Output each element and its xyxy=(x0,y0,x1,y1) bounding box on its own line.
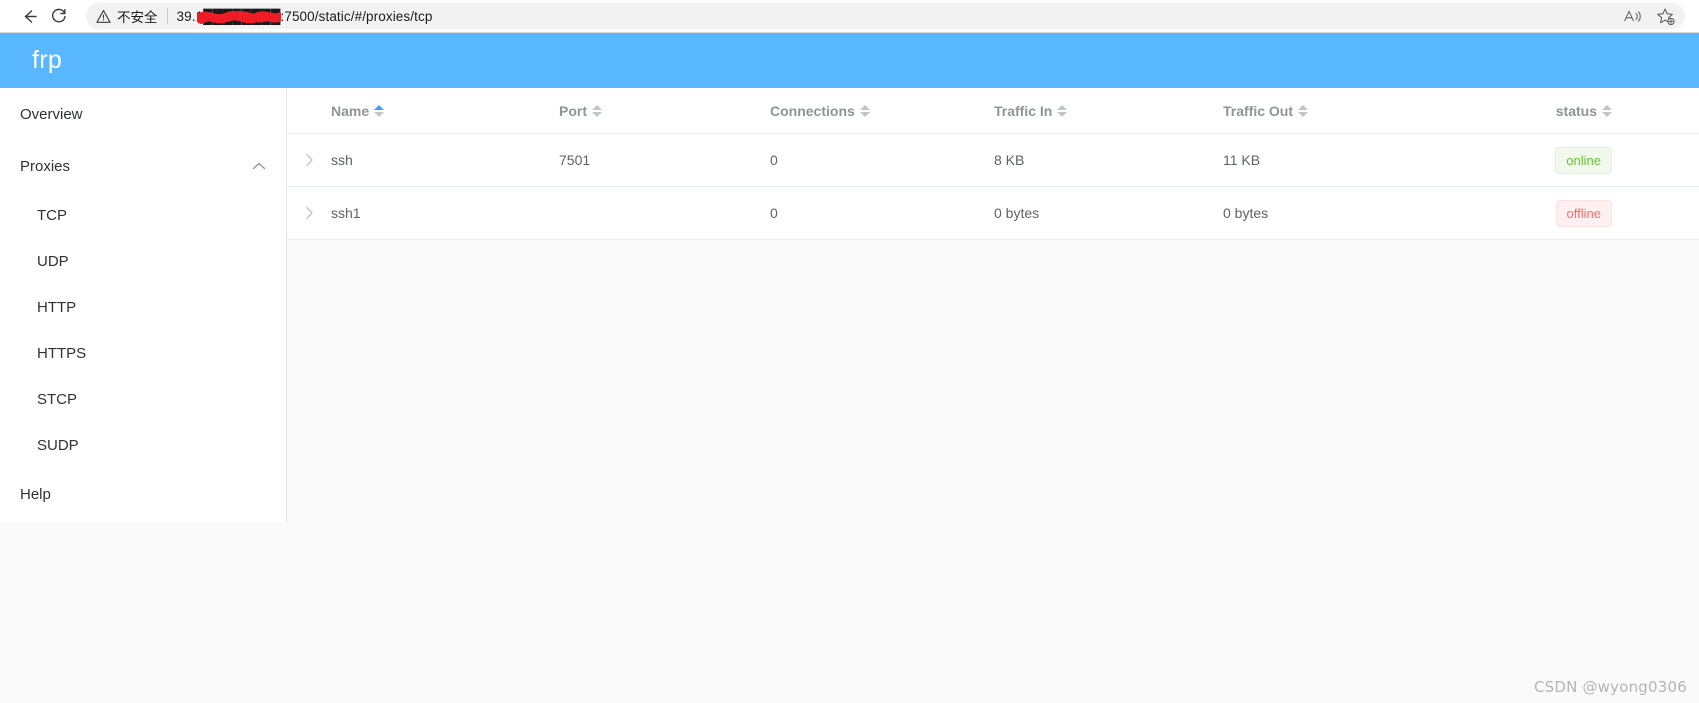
watermark: CSDN @wyong0306 xyxy=(1533,678,1687,696)
sidebar-item-https[interactable]: HTTPS xyxy=(0,330,286,376)
column-header-traffic-out[interactable]: Traffic Out xyxy=(1223,103,1453,119)
expand-row-button[interactable] xyxy=(287,153,331,167)
chevron-up-icon xyxy=(252,158,266,175)
content-area: Name Port Connections Traffic In Traffic… xyxy=(287,88,1699,703)
column-header-label: status xyxy=(1555,102,1597,119)
column-header-status[interactable]: status xyxy=(1556,103,1612,119)
column-header-label: Traffic In xyxy=(994,102,1053,119)
cell-traffic-out: 0 bytes xyxy=(1223,205,1269,221)
sidebar-item-label: SUDP xyxy=(37,436,79,454)
sidebar-item-stcp[interactable]: STCP xyxy=(0,376,286,422)
sidebar-item-label: Overview xyxy=(20,105,83,123)
cell-traffic-in: 8 KB xyxy=(994,152,1025,168)
not-secure-label: 不安全 xyxy=(117,10,158,26)
read-aloud-icon[interactable] xyxy=(1617,3,1647,29)
app-brand-title: frp xyxy=(32,46,63,74)
sidebar-item-help[interactable]: Help xyxy=(0,468,286,520)
cell-status: online xyxy=(1453,146,1699,174)
sidebar-item-tcp[interactable]: TCP xyxy=(0,192,286,238)
column-header-connections[interactable]: Connections xyxy=(770,103,994,119)
sidebar-item-udp[interactable]: UDP xyxy=(0,238,286,284)
omnibox-actions xyxy=(1617,3,1685,29)
column-header-label: Name xyxy=(331,102,370,119)
sidebar-item-overview[interactable]: Overview xyxy=(0,88,286,140)
column-header-traffic-in[interactable]: Traffic In xyxy=(994,103,1223,119)
cell-traffic-in: 0 bytes xyxy=(994,205,1040,221)
back-button[interactable] xyxy=(14,1,44,31)
column-header-label: Connections xyxy=(770,102,855,119)
column-header-label: Traffic Out xyxy=(1223,102,1294,119)
sidebar-item-label: STCP xyxy=(37,390,78,408)
sidebar-item-sudp[interactable]: SUDP xyxy=(0,422,286,468)
address-bar[interactable]: 不安全 39.1████████:7500/static/#/proxies/t… xyxy=(86,3,1685,29)
sort-caret-icon[interactable] xyxy=(374,104,385,117)
sidebar-item-label: TCP xyxy=(37,206,67,224)
sort-caret-icon[interactable] xyxy=(1057,104,1068,117)
frp-dashboard: frp Overview Proxies TCP UDP HTTP HTTPS … xyxy=(0,33,1699,703)
cell-connections: 0 xyxy=(770,205,778,221)
sort-caret-icon[interactable] xyxy=(859,104,870,117)
reload-button[interactable] xyxy=(44,1,74,31)
table-row[interactable]: ssh1 0 0 bytes 0 bytes offline xyxy=(287,187,1699,240)
expand-row-button[interactable] xyxy=(287,206,331,220)
cell-name: ssh1 xyxy=(331,205,361,221)
column-header-label: Port xyxy=(559,102,587,119)
column-header-name[interactable]: Name xyxy=(331,103,559,119)
sidebar-group-proxies[interactable]: Proxies xyxy=(0,140,286,192)
cell-port: 7501 xyxy=(559,152,591,168)
url-text: 39.1████████:7500/static/#/proxies/tcp xyxy=(176,8,433,24)
sort-caret-icon[interactable] xyxy=(592,104,602,117)
cell-name: ssh xyxy=(331,152,353,168)
sidebar-item-label: HTTP xyxy=(37,298,77,316)
not-secure-warning-icon xyxy=(96,9,111,24)
table-header-row: Name Port Connections Traffic In Traffic… xyxy=(287,88,1699,134)
sort-caret-icon[interactable] xyxy=(1298,104,1309,117)
sidebar-item-label: HTTPS xyxy=(37,344,87,362)
table-row[interactable]: ssh 7501 0 8 KB 11 KB online xyxy=(287,134,1699,187)
column-header-port[interactable]: Port xyxy=(559,103,770,119)
cell-status: offline xyxy=(1453,199,1699,227)
browser-toolbar: 不安全 39.1████████:7500/static/#/proxies/t… xyxy=(0,0,1699,32)
sidebar-nav: Overview Proxies TCP UDP HTTP HTTPS STCP… xyxy=(0,88,287,522)
proxies-table: Name Port Connections Traffic In Traffic… xyxy=(287,88,1699,240)
app-body: Overview Proxies TCP UDP HTTP HTTPS STCP… xyxy=(0,88,1699,703)
app-header: frp xyxy=(0,33,1699,88)
url-container[interactable]: 39.1████████:7500/static/#/proxies/tcp xyxy=(177,9,433,24)
sidebar-group-label: Proxies xyxy=(20,157,71,175)
sidebar-item-label: Help xyxy=(20,485,51,503)
sort-caret-icon[interactable] xyxy=(1602,104,1612,117)
sidebar-item-http[interactable]: HTTP xyxy=(0,284,286,330)
status-badge: online xyxy=(1555,146,1612,174)
sidebar-item-label: UDP xyxy=(37,252,69,270)
status-badge: offline xyxy=(1555,199,1612,227)
cell-traffic-out: 11 KB xyxy=(1223,152,1261,168)
omnibox-divider xyxy=(166,8,168,24)
add-to-favorites-icon[interactable] xyxy=(1651,3,1681,29)
cell-connections: 0 xyxy=(770,152,778,168)
